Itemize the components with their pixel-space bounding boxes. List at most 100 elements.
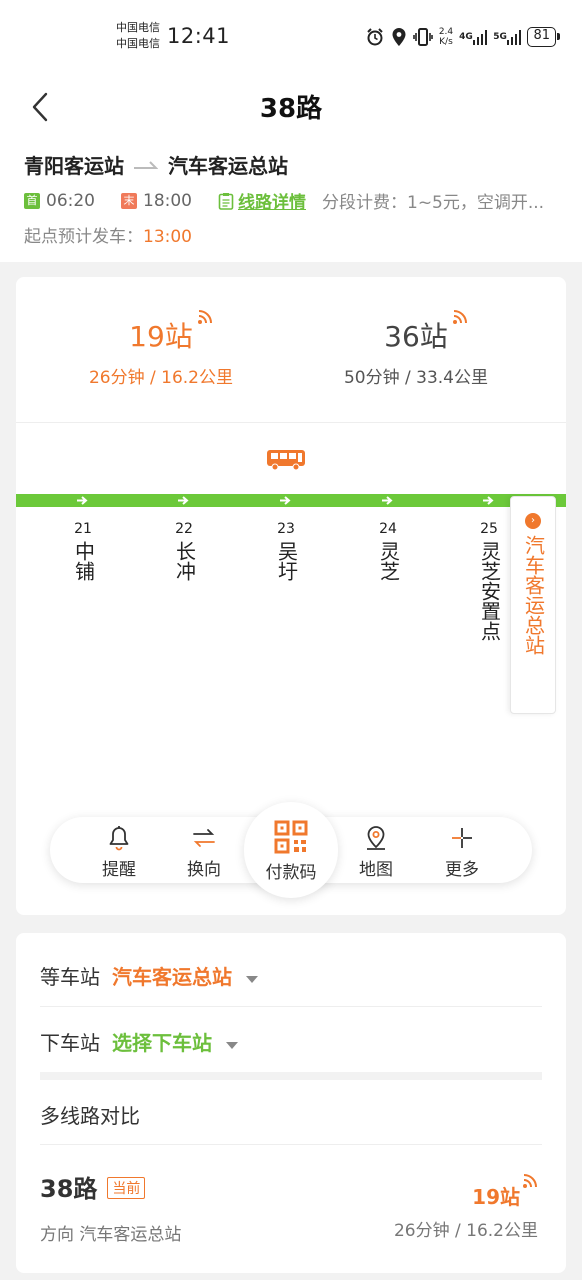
map-label: 地图 (359, 860, 393, 880)
compare-route-eta: 19站 26分钟 / 16.2公里 (393, 1174, 538, 1241)
compare-route-name: 38路 (40, 1175, 98, 1203)
multi-route-compare-title: 多线路对比 (40, 1100, 542, 1129)
signal-4g-icon: 4G (459, 29, 488, 45)
next-bus-detail: 50分钟 / 33.4公里 (343, 368, 489, 388)
route-header: 38路 青阳客运站 汽车客运总站 首 06:20 末 18:00 线路详情 分段… (0, 72, 582, 262)
net-speed-value: 2.4 (438, 27, 454, 37)
stop-name: 灵芝 (376, 541, 401, 581)
stop-item[interactable]: 22 长冲 (164, 521, 204, 581)
departure-row: 起点预计发车：13:00 (24, 222, 192, 247)
swap-icon (193, 829, 215, 847)
terminal-stop-name: 汽车客运总站 (521, 535, 546, 655)
eta-section: 19站 26分钟 / 16.2公里 36站 50分钟 / 33.4公里 (16, 277, 566, 423)
more-button[interactable]: 更多 (422, 825, 502, 880)
battery-indicator: 81 (527, 27, 560, 47)
net-type-1: 4G (459, 32, 473, 42)
terminal-stop-button[interactable]: › 汽车客运总站 (510, 496, 556, 714)
live-route-card: 19站 26分钟 / 16.2公里 36站 50分钟 / 33.4公里 21 中… (16, 277, 566, 915)
alight-stop-label: 下车站 (40, 1031, 100, 1055)
alight-stop-value: 选择下车站 (112, 1031, 212, 1055)
map-button[interactable]: 地图 (336, 825, 416, 880)
dropdown-caret-icon (246, 976, 258, 983)
route-progress-bar (16, 494, 566, 507)
payment-code-button[interactable]: 付款码 (251, 820, 331, 883)
realtime-signal-icon (523, 1174, 537, 1188)
page-title: 38路 (259, 94, 323, 124)
nearest-bus-detail: 26分钟 / 16.2公里 (88, 368, 234, 388)
location-icon (391, 27, 407, 47)
compare-eta-stops: 19站 (472, 1185, 520, 1209)
remind-button[interactable]: 提醒 (79, 825, 159, 880)
direction-arrow-icon (382, 496, 393, 505)
alarm-icon (365, 27, 385, 47)
direction-arrow-icon (483, 496, 494, 505)
current-badge: 当前 (107, 1177, 146, 1199)
alight-stop-selector[interactable]: 下车站 选择下车站 (40, 1027, 542, 1056)
waiting-stop-value: 汽车客运总站 (112, 965, 232, 989)
carrier-1: 中国电信 (116, 21, 160, 34)
route-destination: 汽车客运总站 (168, 154, 288, 178)
compare-eta-detail: 26分钟 / 16.2公里 (393, 1221, 538, 1241)
boarding-card: 等车站 汽车客运总站 下车站 选择下车站 多线路对比 38路 当前 方向 汽车客运总站… (16, 933, 566, 1273)
departure-label: 起点预计发车： (24, 227, 143, 247)
dropdown-caret-icon (226, 1042, 238, 1049)
next-bus-stops: 36站 (384, 320, 448, 353)
clipboard-icon (218, 192, 234, 210)
nearest-bus-eta[interactable]: 19站 26分钟 / 16.2公里 (31, 310, 291, 388)
nearest-bus-stops: 19站 (129, 320, 193, 353)
direction-arrow-icon (178, 496, 189, 505)
reverse-direction-button[interactable]: 换向 (164, 825, 244, 880)
stop-item[interactable]: 21 中铺 (63, 521, 103, 581)
route-detail-link[interactable]: 线路详情 (238, 188, 306, 213)
stop-name: 吴圩 (274, 541, 299, 581)
stop-name: 灵芝安置点 (477, 541, 502, 641)
stop-name: 长冲 (172, 541, 197, 581)
waiting-stop-selector[interactable]: 等车站 汽车客运总站 (40, 961, 542, 990)
waiting-stop-label: 等车站 (40, 965, 100, 989)
signal-5g-icon: 5G (493, 29, 522, 45)
carrier-labels: 中国电信 中国电信 (116, 20, 160, 52)
net-speed-unit: K/s (439, 37, 453, 47)
stop-item[interactable]: 25 灵芝安置点 (469, 521, 509, 641)
more-label: 更多 (445, 860, 479, 880)
first-bus-tag: 首 (24, 192, 40, 209)
route-origin: 青阳客运站 (24, 154, 124, 178)
payment-code-label: 付款码 (265, 863, 317, 883)
route-endpoints: 青阳客运站 汽车客运总站 (24, 150, 288, 179)
section-divider (40, 1072, 542, 1080)
bus-icon[interactable] (266, 449, 306, 471)
net-speed: 2.4 K/s (439, 27, 453, 47)
net-type-2: 5G (493, 32, 507, 42)
status-time: 12:41 (167, 24, 231, 48)
stop-number: 21 (74, 521, 92, 537)
carrier-2: 中国电信 (116, 37, 160, 50)
realtime-signal-icon (197, 310, 212, 324)
realtime-signal-icon (452, 310, 467, 324)
qr-code-icon (274, 820, 308, 854)
departure-time: 13:00 (143, 227, 192, 247)
stop-number: 25 (480, 521, 498, 537)
divider (40, 1144, 542, 1145)
remind-label: 提醒 (102, 860, 136, 880)
schedule-row: 首 06:20 末 18:00 线路详情 分段计费：1~5元，空调开... (24, 188, 574, 213)
status-icons: 2.4 K/s 4G 5G 81 (365, 24, 560, 50)
chevron-right-icon: › (525, 513, 541, 529)
divider (40, 1006, 542, 1007)
stop-item[interactable]: 23 吴圩 (266, 521, 306, 581)
status-bar: 中国电信 中国电信 12:41 2.4 K/s 4G 5G 81 (0, 0, 582, 72)
compare-title-text: 多线路对比 (40, 1104, 140, 1128)
bell-icon (109, 826, 129, 851)
next-bus-eta[interactable]: 36站 50分钟 / 33.4公里 (286, 310, 546, 388)
fare-info: 分段计费：1~5元，空调开... (322, 193, 545, 213)
map-pin-icon (367, 826, 385, 850)
stop-number: 24 (379, 521, 397, 537)
first-bus-time: 06:20 (46, 190, 95, 211)
last-bus-tag: 末 (121, 192, 137, 209)
stop-item[interactable]: 24 灵芝 (368, 521, 408, 581)
stop-name: 中铺 (71, 541, 96, 581)
reverse-label: 换向 (187, 860, 221, 880)
stop-number: 23 (277, 521, 295, 537)
direction-arrow-icon (280, 496, 291, 505)
direction-arrow-icon (134, 160, 158, 169)
plus-icon (452, 828, 472, 848)
